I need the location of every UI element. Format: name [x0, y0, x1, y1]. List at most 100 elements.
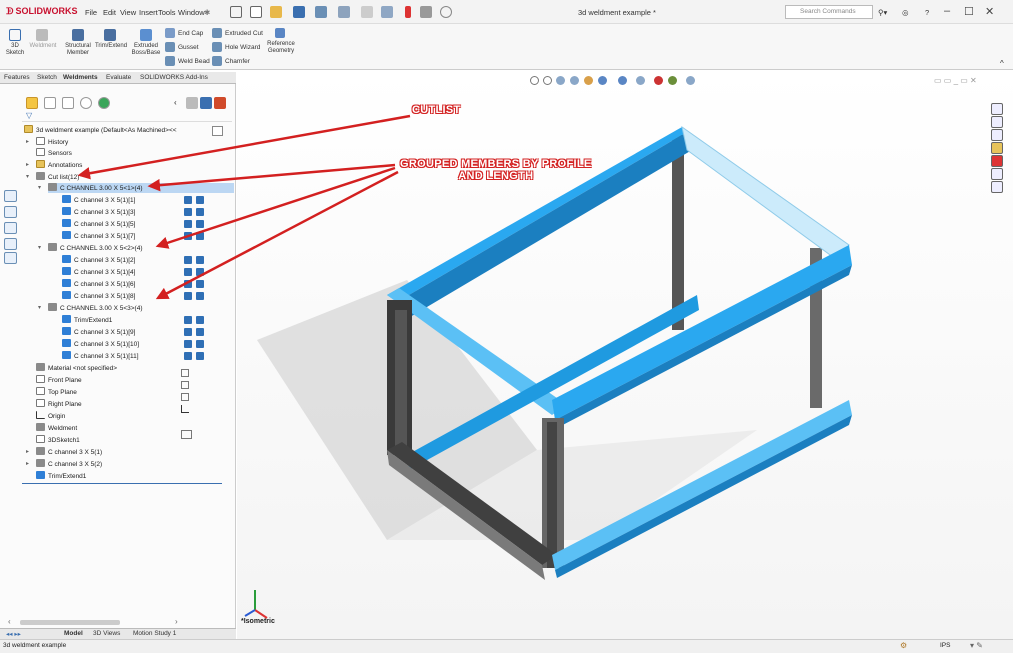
- scroll-left-arrow-icon[interactable]: ‹: [8, 617, 11, 626]
- tab-weldments[interactable]: Weldments: [63, 74, 98, 81]
- status-options-icon[interactable]: ▾ ✎: [970, 641, 983, 650]
- tab-solidworks-add-ins[interactable]: SOLIDWORKS Add-Ins: [140, 74, 208, 81]
- configuration-manager-icon[interactable]: [62, 97, 74, 109]
- side-tool-3-icon[interactable]: [4, 222, 17, 234]
- tab-motion-study[interactable]: Motion Study 1: [133, 630, 176, 637]
- zoom-to-fit-icon[interactable]: [530, 76, 539, 85]
- panel-tool-b-icon[interactable]: [200, 97, 212, 109]
- scroll-left-icon[interactable]: ‹: [174, 98, 177, 107]
- save-icon[interactable]: [293, 6, 305, 18]
- tree-item-right-plane[interactable]: Right Plane: [36, 399, 82, 409]
- expand-icon[interactable]: ▸: [26, 459, 29, 469]
- cutlist-item[interactable]: C channel 3 X 5(1)[11]: [62, 351, 139, 361]
- dynamic-annotation-icon[interactable]: [584, 76, 593, 85]
- solidworks-forum-icon[interactable]: [991, 181, 1003, 193]
- cutlist-group-1[interactable]: ▾ C CHANNEL 3.00 X 5<1>(4): [38, 183, 234, 193]
- gusset-button[interactable]: Gusset: [178, 44, 199, 51]
- close-button[interactable]: ✕: [985, 5, 994, 18]
- tree-item-history[interactable]: ▸ History: [26, 137, 68, 147]
- rebuild-status-icon[interactable]: ⚙: [900, 641, 907, 650]
- cutlist-item[interactable]: C channel 3 X 5(1)[2]: [62, 255, 135, 265]
- cutlist-item[interactable]: Trim/Extend1: [62, 315, 112, 325]
- pin-icon[interactable]: ✱: [204, 8, 210, 17]
- redo-icon[interactable]: [361, 6, 373, 18]
- collapse-icon[interactable]: ▾: [26, 172, 29, 182]
- units-selector[interactable]: IPS: [940, 642, 950, 649]
- menu-window[interactable]: Window: [178, 8, 205, 17]
- menu-tools[interactable]: Tools: [158, 8, 176, 17]
- design-library-icon[interactable]: [991, 116, 1003, 128]
- new-document-icon[interactable]: [250, 6, 262, 18]
- tab-nav-arrows-icon[interactable]: ◂◂ ▸▸: [6, 630, 21, 638]
- expand-icon[interactable]: ▸: [26, 447, 29, 457]
- end-cap-button[interactable]: End Cap: [178, 30, 203, 37]
- zoom-area-icon[interactable]: [543, 76, 552, 85]
- tree-item-structural-1[interactable]: ▸ C channel 3 X 5(1): [26, 447, 102, 457]
- menu-view[interactable]: View: [120, 8, 136, 17]
- panel-tool-a-icon[interactable]: [186, 97, 198, 109]
- reference-geometry-button[interactable]: Reference Geometry: [262, 41, 300, 55]
- select-icon[interactable]: [381, 6, 393, 18]
- cutlist-item[interactable]: C channel 3 X 5(1)[9]: [62, 327, 135, 337]
- tree-item-cutlist[interactable]: ▾ Cut list(12): [26, 172, 79, 182]
- filter-icon[interactable]: ▽: [26, 111, 32, 120]
- tree-item-structural-2[interactable]: ▸ C channel 3 X 5(2): [26, 459, 102, 469]
- menu-file[interactable]: File: [85, 8, 97, 17]
- minimize-button[interactable]: –: [944, 5, 950, 17]
- view-settings-icon[interactable]: [686, 76, 695, 85]
- hide-show-icon[interactable]: [636, 76, 645, 85]
- side-tool-5-icon[interactable]: [4, 252, 17, 264]
- cutlist-item[interactable]: C channel 3 X 5(1)[8]: [62, 291, 135, 301]
- display-manager-icon[interactable]: [98, 97, 110, 109]
- property-manager-icon[interactable]: [44, 97, 56, 109]
- extruded-cut-button[interactable]: Extruded Cut: [225, 30, 263, 37]
- search-commands-input[interactable]: Search Commands: [785, 5, 873, 19]
- tree-root[interactable]: 3d weldment example (Default<As Machined…: [24, 125, 177, 135]
- search-pane-icon[interactable]: [991, 142, 1003, 154]
- scroll-right-arrow-icon[interactable]: ›: [175, 617, 178, 626]
- tab-features[interactable]: Features: [4, 74, 30, 81]
- cutlist-item[interactable]: C channel 3 X 5(1)[4]: [62, 267, 135, 277]
- tab-evaluate[interactable]: Evaluate: [106, 74, 131, 81]
- tab-sketch[interactable]: Sketch: [37, 74, 57, 81]
- previous-view-icon[interactable]: [556, 76, 565, 85]
- collapse-ribbon-icon[interactable]: ^: [1000, 60, 1004, 68]
- expand-icon[interactable]: ▸: [26, 160, 29, 170]
- horizontal-scrollbar[interactable]: [20, 620, 120, 625]
- tab-model[interactable]: Model: [64, 630, 83, 637]
- structural-member-button[interactable]: Structural Member: [62, 43, 94, 57]
- cutlist-item[interactable]: C channel 3 X 5(1)[6]: [62, 279, 135, 289]
- cutlist-item[interactable]: C channel 3 X 5(1)[3]: [62, 207, 135, 217]
- section-view-icon[interactable]: [570, 76, 579, 85]
- side-tool-1-icon[interactable]: [4, 190, 17, 202]
- solidworks-logo[interactable]: ᗫ SOLIDWORKS: [6, 6, 77, 17]
- cutlist-item[interactable]: C channel 3 X 5(1)[1]: [62, 195, 135, 205]
- rebuild-icon[interactable]: [405, 6, 411, 18]
- tree-item-top-plane[interactable]: Top Plane: [36, 387, 77, 397]
- dimxpert-icon[interactable]: [80, 97, 92, 109]
- collapse-icon[interactable]: ▾: [38, 183, 41, 193]
- cutlist-group-2[interactable]: ▾ C CHANNEL 3.00 X 5<2>(4): [38, 243, 143, 253]
- rollback-bar[interactable]: [22, 483, 222, 484]
- collapse-icon[interactable]: ▾: [38, 243, 41, 253]
- menu-insert[interactable]: Insert: [139, 8, 158, 17]
- hole-wizard-button[interactable]: Hole Wizard: [225, 44, 260, 51]
- tree-item-sensors[interactable]: Sensors: [36, 148, 72, 158]
- trim-extend-button[interactable]: Trim/Extend: [93, 43, 129, 50]
- file-properties-icon[interactable]: [420, 6, 432, 18]
- chamfer-button[interactable]: Chamfer: [225, 58, 250, 65]
- undo-icon[interactable]: [338, 6, 350, 18]
- help-icon[interactable]: ?: [925, 8, 929, 17]
- tree-item-trim-extend[interactable]: Trim/Extend1: [36, 471, 86, 481]
- tab-3d-views[interactable]: 3D Views: [93, 630, 120, 637]
- solidworks-resources-icon[interactable]: [991, 103, 1003, 115]
- graphics-area[interactable]: [237, 70, 1013, 639]
- menu-edit[interactable]: Edit: [103, 8, 116, 17]
- tree-item-weldment[interactable]: Weldment: [36, 423, 77, 433]
- side-tool-2-icon[interactable]: [4, 206, 17, 218]
- maximize-button[interactable]: ☐: [964, 5, 974, 18]
- collapse-icon[interactable]: ▾: [38, 303, 41, 313]
- options-gear-icon[interactable]: [440, 6, 452, 18]
- custom-properties-icon[interactable]: [991, 168, 1003, 180]
- tree-filter[interactable]: ▽: [22, 111, 232, 122]
